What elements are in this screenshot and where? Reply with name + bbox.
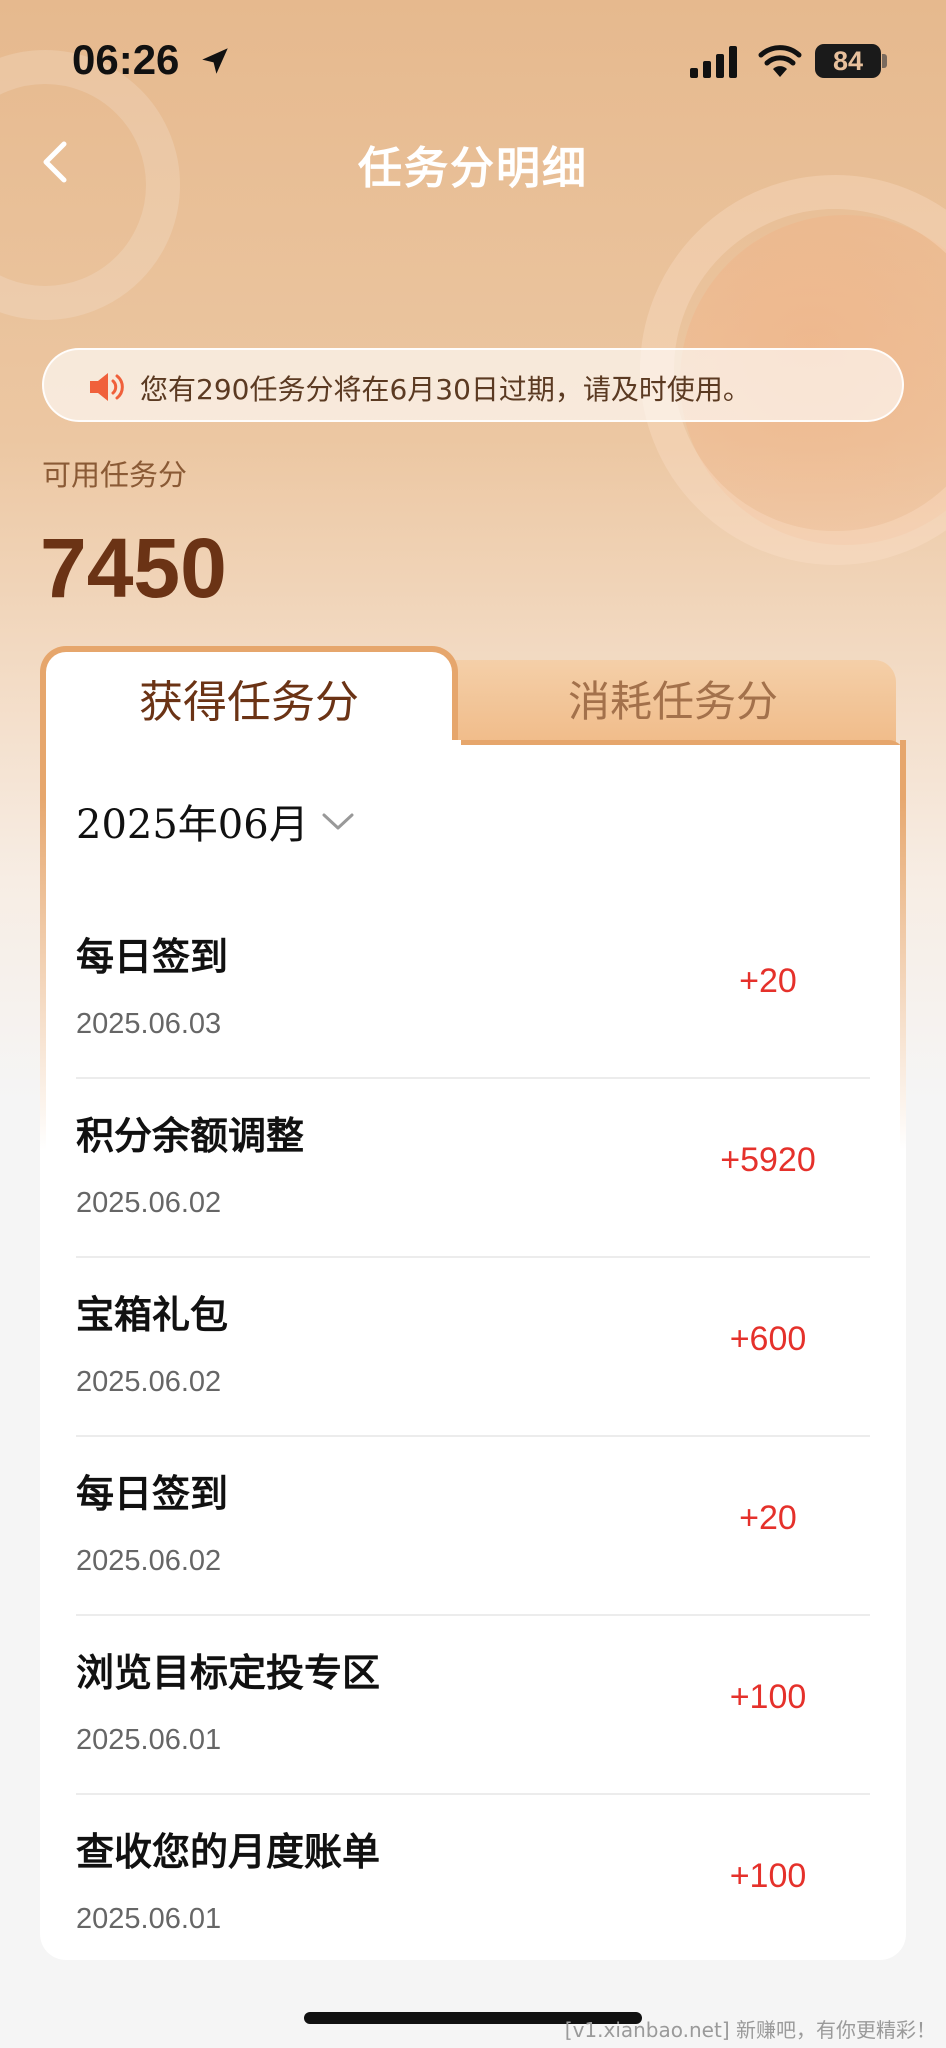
location-arrow-icon — [202, 48, 228, 74]
record-title: 积分余额调整 — [76, 1114, 305, 1158]
list-item[interactable]: 每日签到 2025.06.03 +20 — [76, 900, 870, 1079]
battery-cap — [882, 54, 887, 68]
status-bar: 06:26 84 — [0, 0, 946, 120]
record-title: 宝箱礼包 — [76, 1293, 229, 1337]
status-time: 06:26 — [72, 36, 180, 83]
cellular-signal-icon — [690, 46, 737, 78]
record-date: 2025.06.02 — [76, 1366, 222, 1398]
list-item[interactable]: 每日签到 2025.06.02 +20 — [76, 1437, 870, 1616]
tab-earned-label[interactable]: 获得任务分 — [40, 666, 458, 730]
records-list: 每日签到 2025.06.03 +20 积分余额调整 2025.06.02 +5… — [76, 900, 870, 1974]
record-title: 每日签到 — [76, 1472, 229, 1516]
record-date: 2025.06.02 — [76, 1187, 222, 1219]
tab-earned-fill — [46, 740, 461, 764]
tab-consumed[interactable]: 消耗任务分 — [440, 668, 906, 729]
wifi-icon — [758, 45, 802, 77]
month-selector[interactable]: 2025年06月 — [76, 792, 355, 850]
record-date: 2025.06.01 — [76, 1724, 222, 1756]
battery-icon: 84 — [815, 44, 881, 78]
card-border-fade — [900, 790, 906, 1150]
list-item[interactable]: 查收您的月度账单 2025.06.01 +100 — [76, 1795, 870, 1974]
record-title: 查收您的月度账单 — [76, 1830, 381, 1874]
record-points: +5920 — [720, 1141, 816, 1179]
card-border-fade — [40, 790, 46, 1150]
notice-text: 您有290任务分将在6月30日过期，请及时使用。 — [140, 373, 751, 406]
watermark: [v1.xianbao.net] 新赚吧，有你更精彩！ — [564, 2018, 936, 2042]
record-title: 浏览目标定投专区 — [76, 1651, 381, 1695]
list-item[interactable]: 宝箱礼包 2025.06.02 +600 — [76, 1258, 870, 1437]
record-points: +100 — [729, 1857, 807, 1895]
page-title: 任务分明细 — [358, 143, 588, 194]
speaker-icon — [90, 373, 124, 401]
balance-value: 7450 — [40, 521, 227, 615]
record-points: +600 — [729, 1320, 807, 1358]
record-date: 2025.06.02 — [76, 1545, 222, 1577]
record-points: +100 — [729, 1678, 807, 1716]
record-date: 2025.06.01 — [76, 1903, 222, 1935]
record-points: +20 — [739, 962, 797, 1000]
record-points: +20 — [739, 1499, 797, 1537]
record-date: 2025.06.03 — [76, 1008, 222, 1040]
record-title: 每日签到 — [76, 935, 229, 979]
expiry-notice: 您有290任务分将在6月30日过期，请及时使用。 — [42, 348, 904, 422]
month-label: 2025年06月 — [76, 802, 309, 848]
list-item[interactable]: 浏览目标定投专区 2025.06.01 +100 — [76, 1616, 870, 1795]
balance-label: 可用任务分 — [42, 458, 188, 492]
list-item[interactable]: 积分余额调整 2025.06.02 +5920 — [76, 1079, 870, 1258]
chevron-down-icon — [322, 813, 354, 830]
battery-level: 84 — [832, 46, 864, 76]
